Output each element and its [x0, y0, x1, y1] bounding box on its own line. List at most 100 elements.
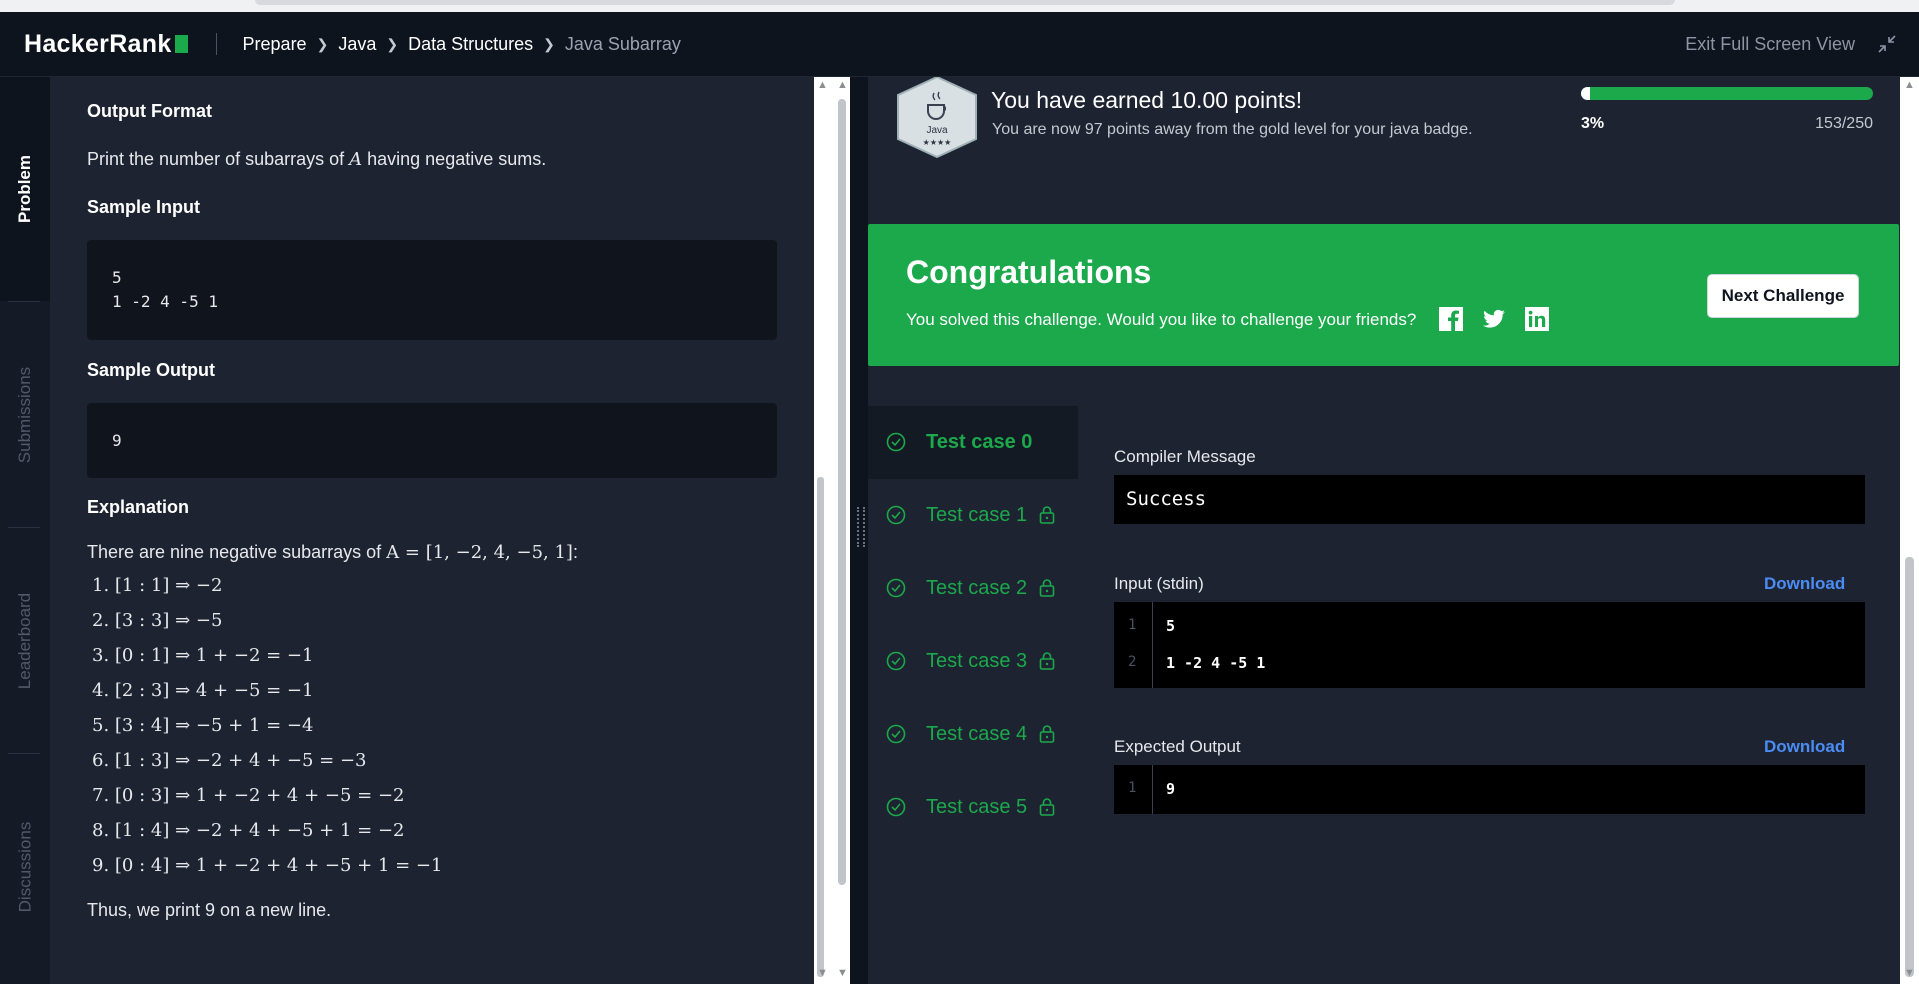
test-case-0[interactable]: Test case 0: [868, 406, 1078, 479]
breadcrumb-prepare[interactable]: Prepare: [243, 34, 307, 55]
test-case-list: Test case 0 Test case 1 Test case 2 Test…: [868, 406, 1078, 844]
breadcrumb-java[interactable]: Java: [338, 34, 376, 55]
results-panel: Java ★★★★ You have earned 10.00 points! …: [868, 77, 1900, 984]
download-input-link[interactable]: Download: [1764, 574, 1845, 594]
compiler-message-text: Success: [1126, 488, 1207, 510]
expected-output-block: 1 9: [1114, 765, 1865, 814]
test-case-5[interactable]: Test case 5: [868, 771, 1078, 844]
expected-output-label: Expected Output: [1114, 737, 1241, 756]
line-numbers: 1 2: [1114, 602, 1153, 688]
check-circle-icon: [886, 797, 906, 817]
panel-splitter[interactable]: [850, 77, 868, 984]
congrats-message: You solved this challenge. Would you lik…: [906, 310, 1417, 329]
explanation-heading: Explanation: [87, 497, 190, 517]
compiler-message-label: Compiler Message: [1114, 447, 1256, 466]
breadcrumb-current: Java Subarray: [564, 33, 681, 54]
test-case-2[interactable]: Test case 2: [868, 552, 1078, 625]
list-item: 9. [0 : 4] ⇒ 1 + −2 + 4 + −5 + 1 = −1: [92, 855, 443, 876]
chevron-right-icon: ❯: [543, 35, 555, 52]
compiler-message-box: Success: [1114, 475, 1865, 524]
scroll-up-icon[interactable]: ▲: [837, 79, 848, 91]
test-case-label: Test case 1: [926, 504, 1028, 526]
tab-discussions[interactable]: Discussions: [0, 754, 50, 979]
breadcrumb: Prepare ❯ Java ❯ Data Structures ❯ Java …: [243, 34, 681, 55]
test-case-3[interactable]: Test case 3: [868, 625, 1078, 698]
list-item: 3. [0 : 1] ⇒ 1 + −2 = −1: [92, 645, 314, 666]
facebook-icon[interactable]: [1438, 306, 1464, 332]
next-challenge-button[interactable]: Next Challenge: [1707, 274, 1859, 318]
output-format-text: Print the number of subarrays of A havin…: [87, 149, 547, 170]
lock-icon: [1039, 798, 1055, 816]
scrollbar-thumb[interactable]: [838, 99, 846, 885]
tab-problem[interactable]: Problem: [0, 77, 50, 301]
chevron-right-icon: ❯: [316, 35, 329, 52]
test-case-4[interactable]: Test case 4: [868, 698, 1078, 771]
lock-icon: [1039, 725, 1055, 743]
sample-output-heading: Sample Output: [87, 360, 216, 380]
lock-icon: [1039, 652, 1055, 670]
twitter-icon[interactable]: [1481, 306, 1507, 332]
explanation-intro: There are nine negative subarrays of A =…: [87, 542, 578, 563]
lock-icon: [1039, 506, 1055, 524]
check-circle-icon: [886, 578, 906, 598]
badge-progress-bar: [1581, 87, 1873, 100]
tab-leaderboard[interactable]: Leaderboard: [0, 528, 50, 753]
scroll-down-icon[interactable]: ▼: [817, 967, 828, 979]
check-circle-icon: [886, 505, 906, 525]
scrollbar-thumb[interactable]: [817, 477, 824, 977]
input-label: Input (stdin): [1114, 574, 1204, 593]
test-case-label: Test case 5: [926, 796, 1028, 818]
input-line: 1 -2 4 -5 1: [1166, 654, 1266, 672]
sample-input-line: 5: [112, 268, 122, 287]
list-item: 5. [3 : 4] ⇒ −5 + 1 = −4: [92, 715, 314, 736]
collapse-icon[interactable]: [1877, 34, 1897, 54]
problem-scrollbar[interactable]: ▲ ▲ ▼ ▼: [814, 77, 850, 984]
problem-panel: Output Format Print the number of subarr…: [50, 77, 814, 984]
list-item: 6. [1 : 3] ⇒ −2 + 4 + −5 = −3: [92, 750, 367, 771]
list-item: 2. [3 : 3] ⇒ −5: [92, 610, 223, 631]
drag-handle-icon[interactable]: [857, 507, 865, 547]
list-item: 7. [0 : 3] ⇒ 1 + −2 + 4 + −5 = −2: [92, 785, 405, 806]
tab-leaderboard-label: Leaderboard: [15, 592, 35, 689]
line-number: 1: [1128, 617, 1137, 633]
chevron-right-icon: ❯: [386, 35, 399, 52]
java-badge-icon: Java ★★★★: [897, 77, 977, 159]
browser-strip: [0, 0, 1919, 12]
line-number: 1: [1128, 780, 1137, 796]
tab-submissions[interactable]: Submissions: [0, 302, 50, 527]
progress-percent: 3%: [1581, 115, 1605, 132]
scroll-indicator: [255, 0, 1675, 5]
check-circle-icon: [886, 651, 906, 671]
download-output-link[interactable]: Download: [1764, 737, 1845, 757]
expected-output-line: 9: [1166, 780, 1176, 798]
test-case-label: Test case 3: [926, 650, 1028, 672]
breadcrumb-data-structures[interactable]: Data Structures: [408, 34, 533, 55]
test-case-label: Test case 0: [926, 431, 1033, 453]
sample-input-line: 1 -2 4 -5 1: [112, 292, 218, 311]
list-item: 1. [1 : 1] ⇒ −2: [92, 575, 223, 596]
results-scrollbar[interactable]: ▲ ▼: [1900, 77, 1919, 984]
input-line: 5: [1166, 617, 1176, 635]
output-format-heading: Output Format: [87, 101, 212, 121]
tab-submissions-label: Submissions: [15, 366, 34, 463]
sample-input-heading: Sample Input: [87, 197, 201, 217]
linkedin-icon[interactable]: [1524, 306, 1550, 332]
scroll-up-icon[interactable]: ▲: [1904, 79, 1915, 91]
sample-input-block: 5 1 -2 4 -5 1: [87, 240, 777, 340]
tab-problem-label: Problem: [15, 154, 34, 224]
progress-points: 153/250: [1815, 115, 1873, 132]
line-number: 2: [1128, 654, 1137, 670]
scroll-down-icon[interactable]: ▼: [837, 967, 848, 979]
points-earned-subtitle: You are now 97 points away from the gold…: [992, 121, 1473, 138]
exit-fullscreen-link[interactable]: Exit Full Screen View: [1685, 34, 1855, 55]
congrats-title: Congratulations: [906, 254, 1152, 290]
test-case-1[interactable]: Test case 1: [868, 479, 1078, 552]
scrollbar-thumb[interactable]: [1905, 557, 1914, 977]
sample-output-line: 9: [112, 431, 122, 450]
header-divider: [215, 33, 217, 55]
test-case-label: Test case 4: [926, 723, 1028, 745]
lock-icon: [1039, 579, 1055, 597]
scroll-down-icon[interactable]: ▼: [1904, 967, 1915, 979]
scroll-up-icon[interactable]: ▲: [817, 79, 828, 91]
logo[interactable]: HackerRank: [24, 30, 188, 59]
